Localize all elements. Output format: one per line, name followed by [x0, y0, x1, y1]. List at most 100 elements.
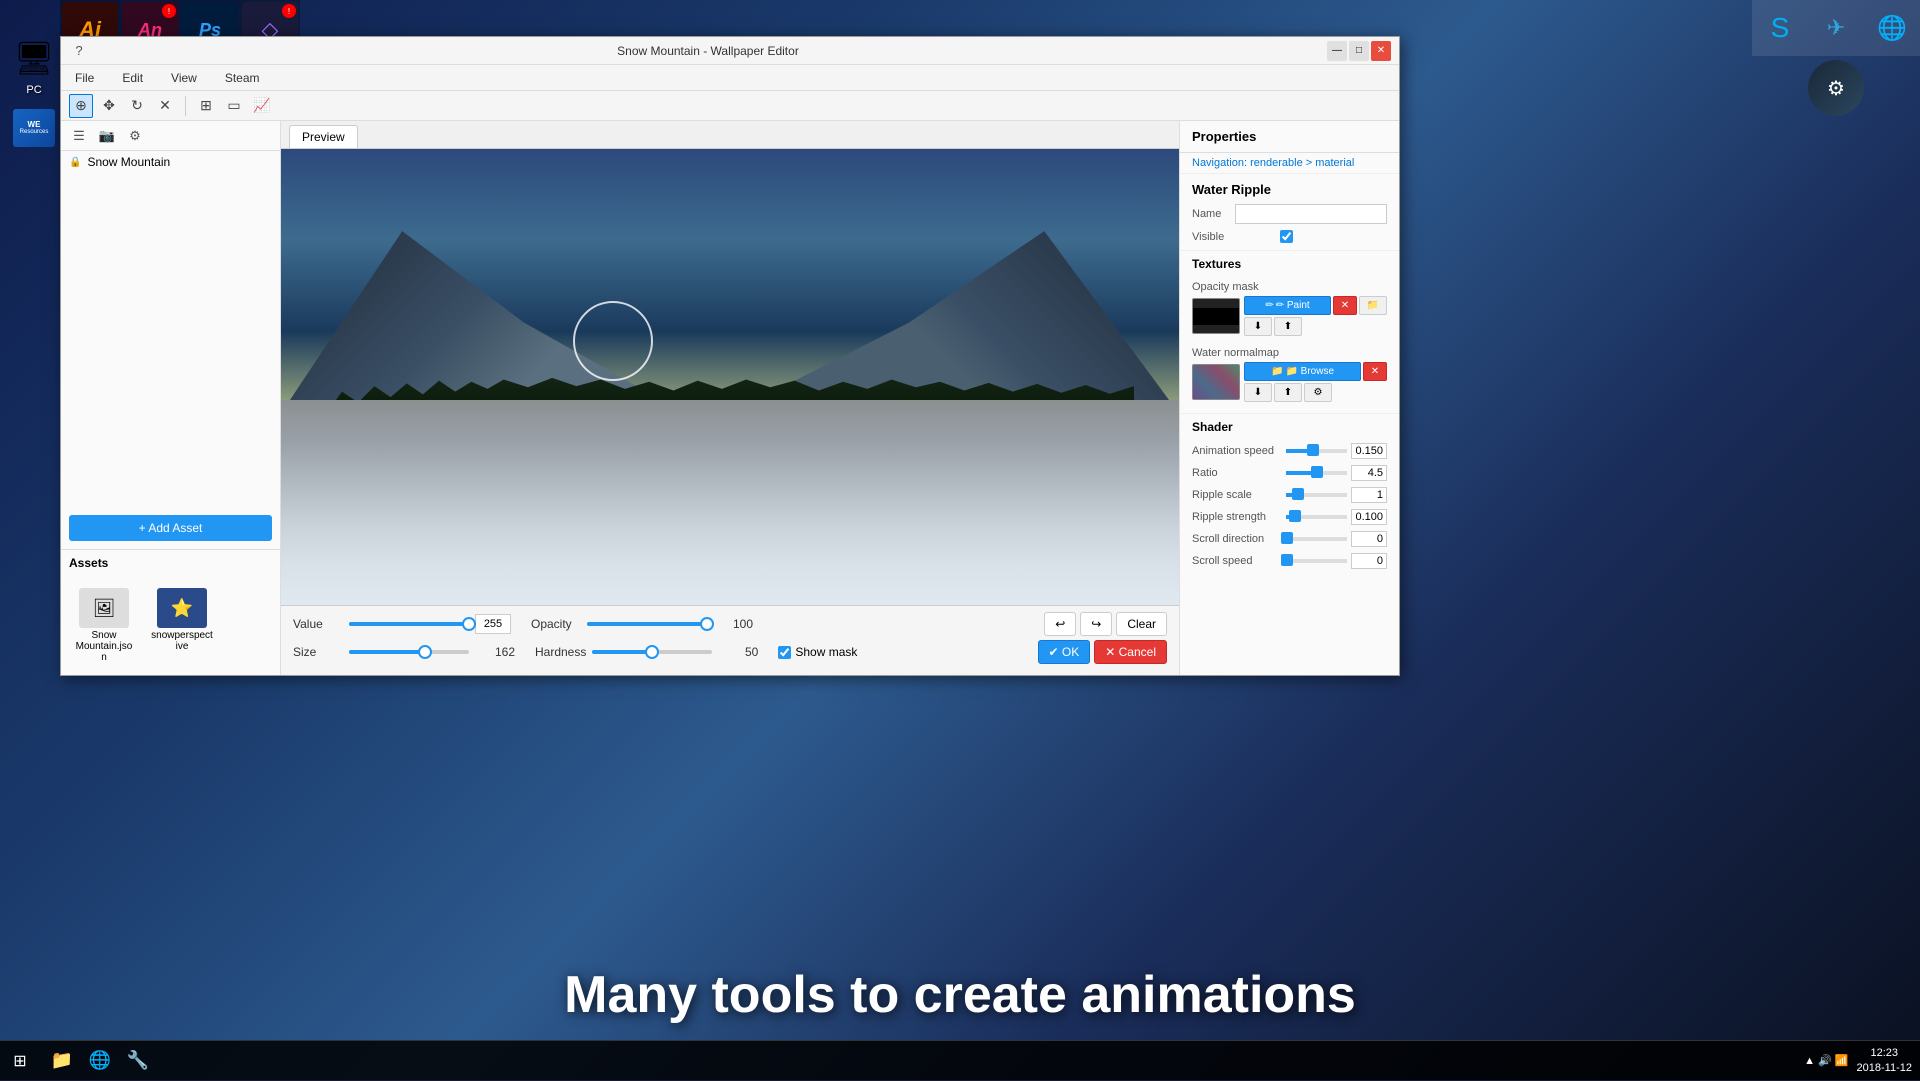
opacity-mask-row: ✏ ✏ Paint ✕ 📁 ⬇ ⬆	[1192, 296, 1387, 336]
size-fill	[349, 650, 425, 654]
value-slider[interactable]	[349, 622, 469, 626]
tool-graph[interactable]: 📈	[250, 94, 274, 118]
properties-title: Properties	[1180, 121, 1399, 153]
desktop-icon-we[interactable]: WE Resources	[4, 100, 64, 156]
close-button[interactable]: ✕	[1371, 41, 1391, 61]
canvas-area[interactable]	[281, 149, 1179, 605]
tool-grid[interactable]: ⊞	[194, 94, 218, 118]
cancel-button[interactable]: ✕ Cancel	[1094, 640, 1167, 664]
telegram-icon[interactable]: ✈	[1808, 0, 1864, 56]
hardness-thumb[interactable]	[645, 645, 659, 659]
normalmap-upload-button[interactable]: ⬆	[1274, 383, 1302, 402]
name-input[interactable]	[1235, 204, 1387, 224]
menu-view[interactable]: View	[165, 69, 203, 87]
normalmap-delete-button[interactable]: ✕	[1363, 362, 1387, 381]
shader-slider-1[interactable]	[1286, 471, 1347, 475]
hardness-slider[interactable]	[592, 650, 712, 654]
taskbar-settings[interactable]: 🔧	[120, 1043, 156, 1079]
steam-icon[interactable]: ⚙	[1808, 60, 1864, 116]
name-label: Name	[1192, 208, 1227, 220]
tool-move[interactable]: ✥	[97, 94, 121, 118]
menu-steam[interactable]: Steam	[219, 69, 266, 87]
shader-thumb-2[interactable]	[1292, 488, 1304, 500]
shader-slider-0[interactable]	[1286, 449, 1347, 453]
shader-thumb-1[interactable]	[1311, 466, 1323, 478]
mountain-right	[730, 185, 1179, 413]
show-mask-checkbox[interactable]	[778, 646, 791, 659]
desktop-icon-pc[interactable]: 🖥 PC	[4, 30, 64, 100]
properties-nav[interactable]: Navigation: renderable > material	[1180, 153, 1399, 174]
list-view-icon[interactable]: ☰	[69, 126, 89, 146]
add-asset-button[interactable]: + Add Asset	[69, 515, 272, 541]
shader-slider-5[interactable]	[1286, 559, 1347, 563]
preview-tab[interactable]: Preview	[289, 125, 358, 148]
shader-thumb-4[interactable]	[1281, 532, 1293, 544]
textures-section: Textures Opacity mask ✏	[1180, 250, 1399, 409]
properties-panel: Properties Navigation: renderable > mate…	[1179, 121, 1399, 675]
asset-item-snowperspective[interactable]: ⭐ snowperspective	[147, 584, 217, 667]
opacity-delete-button[interactable]: ✕	[1333, 296, 1357, 315]
shader-thumb-0[interactable]	[1307, 444, 1319, 456]
preview-area: Preview	[281, 121, 1179, 675]
asset-item-snowmountain[interactable]: 🖼 SnowMountain.json	[69, 584, 139, 667]
shader-label-5: Scroll speed	[1192, 555, 1282, 567]
shader-slider-4[interactable]	[1286, 537, 1347, 541]
hardness-value: 50	[718, 645, 758, 659]
menu-file[interactable]: File	[69, 69, 100, 87]
opacity-folder-button[interactable]: 📁	[1359, 296, 1387, 315]
browse-button[interactable]: 📁 📁 Browse	[1244, 362, 1361, 381]
tool-close[interactable]: ✕	[153, 94, 177, 118]
taskbar-browser[interactable]: 🌐	[82, 1043, 118, 1079]
maximize-button[interactable]: □	[1349, 41, 1369, 61]
normalmap-settings-button[interactable]: ⚙	[1304, 383, 1332, 402]
shader-thumb-5[interactable]	[1281, 554, 1293, 566]
show-mask-label[interactable]: Show mask	[778, 645, 857, 659]
size-value: 162	[475, 645, 515, 659]
opacity-upload-button[interactable]: ⬆	[1274, 317, 1302, 336]
shader-row-1: Ratio 4.5	[1180, 462, 1399, 484]
shader-row-3: Ripple strength 0.100	[1180, 506, 1399, 528]
value-input[interactable]	[475, 614, 511, 634]
value-thumb[interactable]	[462, 617, 476, 631]
start-button[interactable]: ⊞	[0, 1041, 40, 1081]
chrome-icon[interactable]: 🌐	[1864, 0, 1920, 56]
undo-button[interactable]: ↩	[1044, 612, 1076, 636]
toolbar-separator-1	[185, 96, 186, 116]
minimize-button[interactable]: —	[1327, 41, 1347, 61]
opacity-slider[interactable]	[587, 622, 707, 626]
app-window: ? Snow Mountain - Wallpaper Editor — □ ✕…	[60, 36, 1400, 676]
normalmap-download-button[interactable]: ⬇	[1244, 383, 1272, 402]
size-thumb[interactable]	[418, 645, 432, 659]
taskbar-icons-sys: ▲ 🔊 📶	[1804, 1054, 1848, 1067]
notification-badge: !	[162, 4, 176, 18]
tree-item-snowmountain[interactable]: 🔒 Snow Mountain	[61, 151, 280, 173]
opacity-download-button[interactable]: ⬇	[1244, 317, 1272, 336]
tree-item-label: Snow Mountain	[87, 155, 170, 169]
preview-image	[281, 149, 1179, 605]
settings-icon[interactable]: ⚙	[125, 126, 145, 146]
skype-icon[interactable]: S	[1752, 0, 1808, 56]
camera-icon[interactable]: 📷	[97, 126, 117, 146]
pc-icon: 🖥	[10, 34, 58, 82]
ok-button[interactable]: ✔ OK	[1038, 640, 1091, 664]
menu-edit[interactable]: Edit	[116, 69, 149, 87]
size-slider[interactable]	[349, 650, 469, 654]
visible-checkbox[interactable]	[1280, 230, 1293, 243]
value-control: Value	[293, 614, 511, 634]
help-button[interactable]: ?	[69, 41, 89, 61]
paint-button[interactable]: ✏ ✏ Paint	[1244, 296, 1331, 315]
shader-thumb-3[interactable]	[1289, 510, 1301, 522]
shader-value-3: 0.100	[1351, 509, 1387, 525]
tool-refresh[interactable]: ↻	[125, 94, 149, 118]
clear-button[interactable]: Clear	[1116, 612, 1167, 636]
opacity-thumb[interactable]	[700, 617, 714, 631]
taskbar-icons: 📁 🌐 🔧	[40, 1043, 160, 1079]
shader-slider-3[interactable]	[1286, 515, 1347, 519]
shader-slider-2[interactable]	[1286, 493, 1347, 497]
tool-select[interactable]: ⊕	[69, 94, 93, 118]
tool-frame[interactable]: ▭	[222, 94, 246, 118]
taskbar-file-explorer[interactable]: 📁	[44, 1043, 80, 1079]
desktop: Ai An ! Ps ◇ ! 🖥 PC WE Resources	[0, 0, 1920, 1080]
shader-label-3: Ripple strength	[1192, 511, 1282, 523]
redo-button[interactable]: ↪	[1080, 612, 1112, 636]
